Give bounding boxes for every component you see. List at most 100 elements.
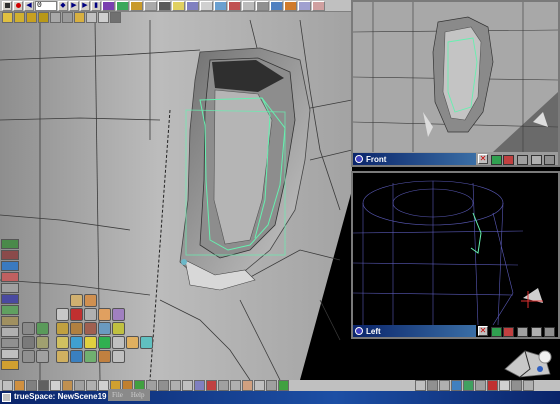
left-view-icon-c[interactable] (517, 327, 528, 337)
menu-help[interactable]: Help (131, 389, 145, 401)
tool-b-icon[interactable] (38, 380, 49, 391)
light-view-icon[interactable] (499, 380, 510, 391)
info-icon[interactable] (1, 360, 19, 370)
particle-icon[interactable] (98, 336, 111, 349)
tool-n-icon[interactable] (182, 380, 193, 391)
camera-icon[interactable] (186, 0, 199, 11)
scene-view-icon[interactable] (511, 380, 522, 391)
render-object-icon[interactable] (427, 380, 438, 391)
menu-file[interactable]: File (112, 389, 123, 401)
left-eye-icon[interactable] (355, 327, 363, 335)
grid-icon[interactable] (1, 338, 19, 348)
sound-icon[interactable] (158, 0, 171, 11)
smooth-icon[interactable] (98, 322, 111, 335)
keyframe-icon[interactable] (102, 0, 115, 11)
spline-icon[interactable] (144, 0, 157, 11)
frame-number-field[interactable] (35, 0, 57, 11)
pan-icon[interactable] (1, 316, 19, 326)
polygon-icon[interactable] (22, 322, 35, 335)
forward-button[interactable]: ▶ (80, 0, 90, 11)
fx-icon[interactable] (112, 350, 125, 363)
point-edit-icon[interactable] (14, 12, 25, 23)
globe-icon[interactable] (70, 350, 83, 363)
delete-icon[interactable] (1, 349, 19, 359)
play-button[interactable]: ▶ (69, 0, 79, 11)
tool-o-icon[interactable] (194, 380, 205, 391)
subdivide-icon[interactable] (112, 322, 125, 335)
left-view-icon-a[interactable] (491, 327, 502, 337)
tool-q-icon[interactable] (218, 380, 229, 391)
nav-icon[interactable] (523, 380, 534, 391)
front-title-bar[interactable]: Front (353, 153, 476, 165)
skin-icon[interactable] (112, 336, 125, 349)
light-icon[interactable] (200, 0, 213, 11)
pyramid-icon[interactable] (98, 350, 111, 363)
front-close-button[interactable]: ✕ (478, 154, 488, 164)
tool-a-icon[interactable] (26, 380, 37, 391)
spline-prim-icon[interactable] (36, 322, 49, 335)
tool-v-icon[interactable] (278, 380, 289, 391)
rewind-button[interactable]: ◀ (24, 0, 34, 11)
sphere-icon[interactable] (284, 0, 297, 11)
tool-u-icon[interactable] (266, 380, 277, 391)
tool-t-icon[interactable] (254, 380, 265, 391)
front-eye-icon[interactable] (355, 155, 363, 163)
tube-icon[interactable] (56, 336, 69, 349)
metaball-icon[interactable] (84, 336, 97, 349)
view-icon[interactable] (1, 294, 19, 304)
cylinder-icon[interactable] (84, 294, 97, 307)
render-icon[interactable] (172, 0, 185, 11)
move-icon[interactable] (50, 12, 61, 23)
path-icon[interactable] (116, 0, 129, 11)
tool-c-icon[interactable] (50, 380, 61, 391)
cube-icon[interactable] (70, 294, 83, 307)
front-view-icon-d[interactable] (531, 155, 542, 165)
layer-icon[interactable] (270, 0, 283, 11)
bone-icon[interactable] (242, 0, 255, 11)
tool-r-icon[interactable] (230, 380, 241, 391)
app-icon[interactable] (2, 393, 11, 402)
front-viewport[interactable]: ✕ Front (351, 0, 560, 167)
anim-icon[interactable] (451, 380, 462, 391)
tool-f-icon[interactable] (86, 380, 97, 391)
left-title-bar[interactable]: Left (353, 325, 476, 337)
cloth-icon[interactable] (36, 350, 49, 363)
cone-icon[interactable] (56, 308, 69, 321)
sweep-icon[interactable] (110, 12, 121, 23)
scale-icon[interactable] (74, 12, 85, 23)
deform-icon[interactable] (256, 0, 269, 11)
tool-e-icon[interactable] (74, 380, 85, 391)
navigation-widget[interactable] (500, 339, 560, 381)
select-icon[interactable] (1, 261, 19, 271)
step-button[interactable]: ◆ (58, 0, 68, 11)
zoom-icon[interactable] (1, 305, 19, 315)
glue-icon[interactable] (1, 283, 19, 293)
material-icon[interactable] (228, 0, 241, 11)
face-edit-icon[interactable] (38, 12, 49, 23)
render-view-icon[interactable] (415, 380, 426, 391)
orbit-icon[interactable] (1, 327, 19, 337)
left-viewport[interactable]: ✕ Left (351, 171, 560, 339)
material-ball-icon[interactable] (14, 380, 25, 391)
extrude-icon[interactable] (70, 322, 83, 335)
boolean-icon[interactable] (22, 336, 35, 349)
ball-icon[interactable] (70, 336, 83, 349)
box-icon[interactable] (84, 350, 97, 363)
globe-view-icon[interactable] (463, 380, 474, 391)
terrain-icon[interactable] (22, 350, 35, 363)
text-icon[interactable] (112, 308, 125, 321)
lathe-icon[interactable] (56, 322, 69, 335)
tool-m-icon[interactable] (170, 380, 181, 391)
record-button[interactable] (13, 0, 23, 11)
mirror-icon[interactable] (98, 12, 109, 23)
motion-icon[interactable] (130, 0, 143, 11)
close-object-icon[interactable] (2, 380, 13, 391)
front-view-icon-c[interactable] (517, 155, 528, 165)
edge-edit-icon[interactable] (26, 12, 37, 23)
play-anim-icon[interactable] (487, 380, 498, 391)
left-close-button[interactable]: ✕ (478, 326, 488, 336)
rotate-icon[interactable] (62, 12, 73, 23)
script-icon[interactable] (312, 0, 325, 11)
tool-d-icon[interactable] (62, 380, 73, 391)
left-view-icon-e[interactable] (544, 327, 555, 337)
